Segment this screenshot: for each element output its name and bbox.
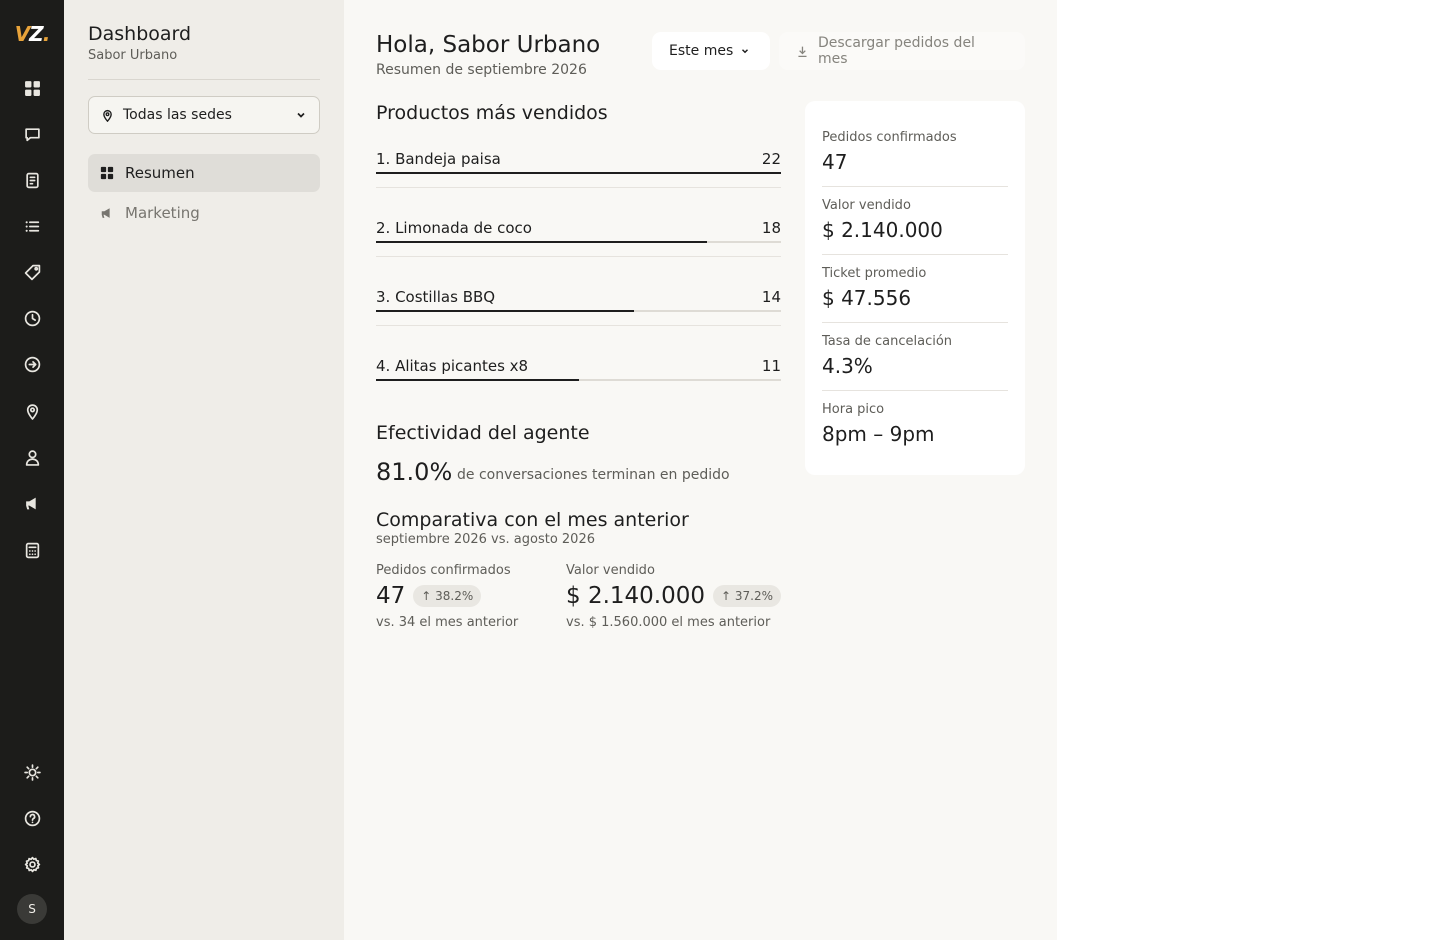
product-row: 3. Costillas BBQ 14	[376, 279, 781, 348]
sidebar: Dashboard Sabor Urbano Todas las sedes R…	[64, 0, 344, 940]
location-pin-icon	[103, 109, 112, 122]
grid-icon[interactable]	[16, 72, 48, 104]
divider	[376, 256, 781, 257]
icon-rail: VZ. S	[0, 0, 64, 940]
calculator-icon[interactable]	[16, 534, 48, 566]
top-products-title: Productos más vendidos	[376, 102, 608, 124]
logo[interactable]: VZ.	[0, 22, 64, 46]
help-icon[interactable]	[16, 802, 48, 834]
product-count: 11	[761, 357, 781, 375]
app: VZ. S Dashboard Sabor Urbano Todas las s…	[0, 0, 1440, 940]
product-name: 1. Bandeja paisa	[376, 150, 501, 168]
product-bar-track	[376, 310, 781, 312]
download-orders-label: Descargar pedidos del mes	[817, 35, 975, 67]
kpi-value: 8pm – 9pm	[822, 422, 935, 446]
comparison-metric-sales: Valor vendido $ 2.140.000 ↑ 37.2% vs. $ …	[566, 563, 781, 630]
kpi-item: Pedidos confirmados 47	[822, 101, 1008, 174]
grid-icon	[100, 166, 114, 180]
page-title: Hola, Sabor Urbano	[376, 32, 601, 58]
comparison-value: 47	[376, 583, 406, 609]
divider	[376, 325, 781, 326]
receipt-icon[interactable]	[16, 164, 48, 196]
sidebar-item-resumen[interactable]: Resumen	[88, 154, 320, 192]
kpi-label: Pedidos confirmados	[822, 130, 957, 145]
product-bar-fill	[376, 310, 634, 312]
arrow-circle-icon[interactable]	[16, 348, 48, 380]
avatar[interactable]: S	[17, 894, 47, 924]
user-icon[interactable]	[16, 441, 48, 473]
product-name: 2. Limonada de coco	[376, 219, 532, 237]
chevron-down-icon	[742, 49, 749, 54]
kpi-label: Valor vendido	[822, 198, 911, 213]
product-bar-track	[376, 241, 781, 243]
sidebar-item-marketing[interactable]: Marketing	[88, 194, 320, 232]
product-bar-track	[376, 379, 781, 381]
clock-icon[interactable]	[16, 302, 48, 334]
sidebar-item-label: Marketing	[125, 204, 200, 222]
change-badge: ↑ 38.2%	[413, 585, 482, 607]
agent-effectiveness-value: 81.0%	[376, 458, 453, 486]
page-subtitle: Resumen de septiembre 2026	[376, 62, 587, 78]
download-icon	[798, 46, 807, 57]
period-dropdown[interactable]: Este mes	[652, 32, 770, 70]
product-bar-fill	[376, 379, 579, 381]
product-row: 2. Limonada de coco 18	[376, 210, 781, 279]
kpi-label: Ticket promedio	[822, 266, 927, 281]
product-count: 14	[761, 288, 781, 306]
agent-title: Efectividad del agente	[376, 422, 590, 444]
megaphone-icon	[101, 208, 110, 218]
comparison-value: $ 2.140.000	[566, 583, 705, 609]
product-row: 4. Alitas picantes x8 11	[376, 348, 781, 417]
comparison-previous: vs. 34 el mes anterior	[376, 615, 519, 630]
main-content: Hola, Sabor Urbano Resumen de septiembre…	[344, 0, 1057, 940]
tag-icon[interactable]	[16, 256, 48, 288]
product-name: 4. Alitas picantes x8	[376, 357, 529, 375]
comparison-title: Comparativa con el mes anterior	[376, 509, 689, 531]
change-badge: ↑ 37.2%	[713, 585, 781, 607]
product-bar-fill	[376, 172, 781, 174]
download-orders-button[interactable]: Descargar pedidos del mes	[779, 32, 1025, 70]
comparison-metric-orders: Pedidos confirmados 47 ↑ 38.2% vs. 34 el…	[376, 563, 518, 630]
sidebar-title: Dashboard	[88, 23, 192, 45]
chat-icon[interactable]	[16, 118, 48, 150]
megaphone-icon[interactable]	[16, 487, 48, 519]
period-dropdown-label: Este mes	[669, 43, 734, 59]
kpi-item: Hora pico 8pm – 9pm	[822, 373, 1008, 446]
kpi-card: Pedidos confirmados 47 Valor vendido $ 2…	[805, 101, 1025, 475]
kpi-item: Tasa de cancelación 4.3%	[822, 305, 1008, 378]
product-row: 1. Bandeja paisa 22	[376, 141, 781, 210]
divider	[376, 187, 781, 188]
comparison-subtitle: septiembre 2026 vs. agosto 2026	[376, 532, 595, 547]
kpi-item: Valor vendido $ 2.140.000	[822, 169, 1008, 242]
sidebar-subtitle: Sabor Urbano	[88, 48, 178, 63]
location-select[interactable]: Todas las sedes	[88, 96, 320, 134]
product-bar-track	[376, 172, 781, 174]
sun-icon[interactable]	[16, 756, 48, 788]
comparison-label: Pedidos confirmados	[376, 563, 511, 578]
product-name: 3. Costillas BBQ	[376, 288, 496, 306]
chevron-down-icon	[297, 112, 305, 118]
kpi-label: Hora pico	[822, 402, 885, 417]
list-icon[interactable]	[16, 210, 48, 242]
kpi-label: Tasa de cancelación	[822, 334, 953, 349]
sidebar-divider	[88, 79, 320, 80]
location-select-value: Todas las sedes	[123, 107, 232, 123]
product-count: 18	[761, 219, 781, 237]
kpi-item: Ticket promedio $ 47.556	[822, 237, 1008, 310]
product-bar-fill	[376, 241, 708, 243]
agent-effectiveness-text: de conversaciones terminan en pedido	[457, 467, 730, 483]
comparison-label: Valor vendido	[566, 563, 655, 578]
comparison-previous: vs. $ 1.560.000 el mes anterior	[566, 615, 771, 630]
product-count: 22	[761, 150, 781, 168]
sidebar-item-label: Resumen	[125, 164, 195, 182]
location-pin-icon[interactable]	[16, 395, 48, 427]
gear-icon[interactable]	[16, 848, 48, 880]
